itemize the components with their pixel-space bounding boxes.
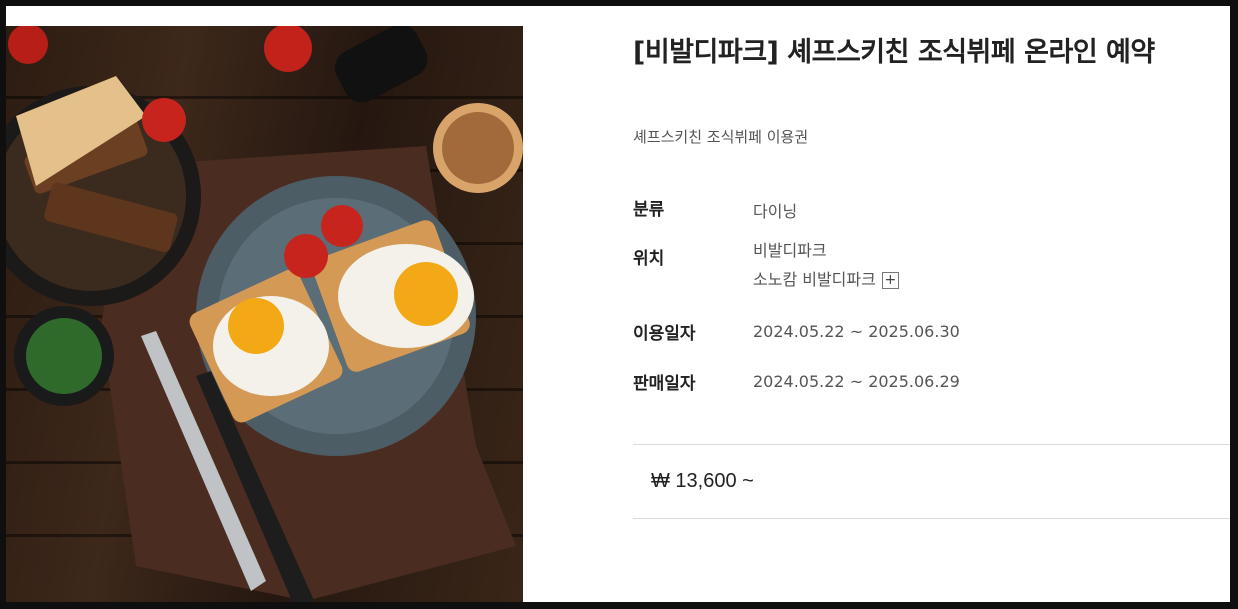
location-line1: 비발디파크 xyxy=(753,241,827,260)
sale-period-label: 판매일자 xyxy=(633,374,696,394)
breakfast-photo xyxy=(6,26,523,602)
sale-period-value: 2024.05.22 ~ 2025.06.29 xyxy=(753,372,960,391)
product-info: [비발디파크] 셰프스키친 조식뷔페 온라인 예약 셰프스키친 조식뷔페 이용권… xyxy=(633,6,1230,602)
product-title: [비발디파크] 셰프스키친 조식뷔페 온라인 예약 xyxy=(633,37,1155,68)
herbs-shape xyxy=(26,318,102,394)
use-period-label: 이용일자 xyxy=(633,324,696,344)
tomato-shape xyxy=(264,26,312,72)
location-line2: 소노캄 비발디파크 + xyxy=(753,265,899,294)
product-subtitle: 셰프스키친 조식뷔페 이용권 xyxy=(633,128,809,146)
location-line2-text: 소노캄 비발디파크 xyxy=(753,270,876,289)
divider-top xyxy=(633,444,1230,445)
location-value: 비발디파크 소노캄 비발디파크 + xyxy=(753,236,899,294)
egg-yolk-shape xyxy=(394,262,458,326)
coffee-shape xyxy=(442,112,514,184)
tomato-shape xyxy=(142,98,186,142)
price: ₩ 13,600 ~ xyxy=(651,470,754,492)
divider-bottom xyxy=(633,518,1230,519)
location-label: 위치 xyxy=(633,249,665,269)
product-detail-panel: [비발디파크] 셰프스키친 조식뷔페 온라인 예약 셰프스키친 조식뷔페 이용권… xyxy=(6,6,1230,602)
use-period-value: 2024.05.22 ~ 2025.06.30 xyxy=(753,322,960,341)
tomato-shape xyxy=(284,234,328,278)
pepper-grinder-shape xyxy=(334,26,428,103)
product-image xyxy=(6,26,523,602)
egg-yolk-shape xyxy=(228,298,284,354)
plus-icon[interactable]: + xyxy=(881,272,899,289)
category-value: 다이닝 xyxy=(753,202,798,221)
tomato-shape xyxy=(321,205,363,247)
tomato-shape xyxy=(8,26,48,64)
category-label: 분류 xyxy=(633,200,665,220)
